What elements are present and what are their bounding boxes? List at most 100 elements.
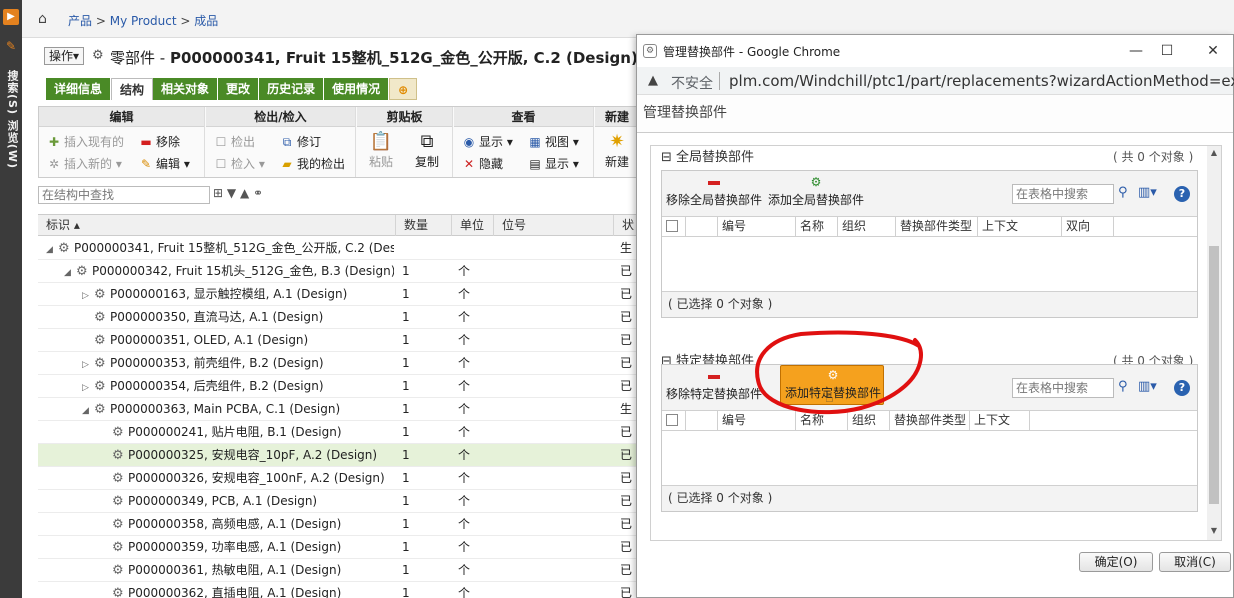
global-table-search-input[interactable]: 在表格中搜索 [1012, 184, 1114, 204]
remove-button[interactable]: ▬ 移除 [139, 133, 180, 150]
column-header-context[interactable]: 上下文 [978, 217, 1062, 237]
ok-button[interactable]: 确定(O) [1079, 552, 1153, 572]
tree-row[interactable]: ⚙ P000000351, OLED, A.1 (Design) 1 个已 [38, 329, 638, 352]
expand-arrow-icon[interactable]: ▷ [82, 285, 94, 306]
insert-existing-button[interactable]: ✚ 插入现有的 [47, 133, 124, 150]
tree-row[interactable]: ⚙ P000000326, 安规电容_100nF, A.2 (Design) 1 个已 [38, 467, 638, 490]
column-header-bidirectional[interactable]: 双向 [1062, 217, 1114, 237]
tab-history[interactable]: 历史记录 [259, 78, 325, 100]
global-section-title[interactable]: ⊟ 全局替换部件 [661, 146, 754, 165]
part-identifier[interactable]: P000000349, PCB, A.1 (Design) [128, 494, 317, 508]
revise-button[interactable]: ⧉ 修订 [280, 133, 321, 150]
tab-changes[interactable]: 更改 [218, 78, 260, 100]
address-bar[interactable]: ▲ 不安全 plm.com/Windchill/ptc1/part/replac… [637, 67, 1234, 95]
select-all-checkbox[interactable] [666, 414, 678, 426]
tree-row[interactable]: ▷ ⚙ P000000354, 后壳组件, B.2 (Design) 1 个已 [38, 375, 638, 398]
tree-row[interactable]: ⚙ P000000325, 安规电容_10pF, A.2 (Design) 1 个已 [38, 444, 638, 467]
collapse-arrow-icon[interactable]: ◢ [64, 262, 76, 283]
column-header-org[interactable]: 组织 [848, 411, 890, 431]
tree-row[interactable]: ⚙ P000000241, 贴片电阻, B.1 (Design) 1 个已 [38, 421, 638, 444]
views-menu-button[interactable]: ▦ 视图 ▾ [528, 133, 579, 150]
minimize-icon[interactable]: — [1123, 40, 1149, 62]
part-identifier[interactable]: P000000354, 后壳组件, B.2 (Design) [110, 379, 324, 393]
url-text[interactable]: plm.com/Windchill/ptc1/part/replacements… [729, 72, 1234, 90]
show-menu-button[interactable]: ◉ 显示 ▾ [462, 133, 513, 150]
tree-row[interactable]: ⚙ P000000350, 直流马达, A.1 (Design) 1 个已 [38, 306, 638, 329]
add-specific-replacement-button[interactable]: ⚙ 添加特定替换部件 ☝ [780, 365, 884, 406]
part-identifier[interactable]: P000000350, 直流马达, A.1 (Design) [110, 310, 323, 324]
part-identifier[interactable]: P000000358, 高频电感, A.1 (Design) [128, 517, 341, 531]
tree-row[interactable]: ◢ ⚙ P000000363, Main PCBA, C.1 (Design) 1 个生 [38, 398, 638, 421]
column-header-number[interactable]: 编号 [718, 411, 796, 431]
part-identifier[interactable]: P000000351, OLED, A.1 (Design) [110, 333, 308, 347]
my-checkout-button[interactable]: ▰ 我的检出 [280, 155, 345, 172]
column-header-ref-designator[interactable]: 位号 [494, 215, 614, 236]
new-button[interactable]: ✷ 新建 [597, 131, 637, 170]
display-menu-button[interactable]: ▤ 显示 ▾ [528, 155, 579, 172]
pin-icon[interactable]: ✎ [3, 38, 19, 54]
part-identifier[interactable]: P000000362, 直插电阻, A.1 (Design) [128, 586, 341, 598]
paste-button[interactable]: 📋 粘贴 [361, 131, 401, 170]
binoculars-icon[interactable]: ⚭ [253, 186, 263, 200]
column-header-replacement-type[interactable]: 替换部件类型 [896, 217, 978, 237]
edit-menu-button[interactable]: ✎ 编辑 ▾ [139, 155, 190, 172]
structure-search-input[interactable]: 在结构中查找 [38, 186, 210, 204]
actions-menu-button[interactable]: 操作▾ [44, 47, 85, 65]
tree-row[interactable]: ⚙ P000000359, 功率电感, A.1 (Design) 1 个已 [38, 536, 638, 559]
checkin-button[interactable]: ☐ 检入 ▾ [214, 155, 265, 172]
expand-icon[interactable]: ▶ [3, 9, 19, 25]
column-header-name[interactable]: 名称 [796, 217, 838, 237]
part-identifier[interactable]: P000000353, 前壳组件, B.2 (Design) [110, 356, 324, 370]
hide-button[interactable]: ✕ 隐藏 [462, 155, 503, 172]
expand-arrow-icon[interactable]: ▷ [82, 377, 94, 398]
column-header-org[interactable]: 组织 [838, 217, 896, 237]
remove-specific-replacement-button[interactable]: 移除特定替换部件 [666, 369, 762, 402]
tab-details[interactable]: 详细信息 [46, 78, 112, 100]
part-identifier[interactable]: P000000326, 安规电容_100nF, A.2 (Design) [128, 471, 385, 485]
column-header-context[interactable]: 上下文 [970, 411, 1030, 431]
column-header-unit[interactable]: 单位 [452, 215, 494, 236]
vertical-scrollbar[interactable]: ▲ ▼ [1207, 146, 1221, 540]
home-icon[interactable]: ⌂ [38, 11, 47, 27]
column-header-name[interactable]: 名称 [796, 411, 848, 431]
scroll-thumb[interactable] [1209, 246, 1219, 504]
part-identifier[interactable]: P000000341, Fruit 15整机_512G_金色_公开版, C.2 … [74, 241, 394, 255]
tree-row[interactable]: ⚙ P000000358, 高频电感, A.1 (Design) 1 个已 [38, 513, 638, 536]
tree-row[interactable]: ◢ ⚙ P000000341, Fruit 15整机_512G_金色_公开版, C.… [38, 237, 638, 260]
add-tab-icon[interactable]: ⊕ [389, 78, 418, 100]
part-identifier[interactable]: P000000241, 贴片电阻, B.1 (Design) [128, 425, 342, 439]
maximize-icon[interactable]: ☐ [1154, 40, 1180, 62]
cancel-button[interactable]: 取消(C) [1159, 552, 1231, 572]
find-next-icon[interactable]: ▼ [227, 186, 236, 200]
select-all-checkbox[interactable] [666, 220, 678, 232]
find-prev-icon[interactable]: ▲ [240, 186, 249, 200]
part-identifier[interactable]: P000000325, 安规电容_10pF, A.2 (Design) [128, 448, 377, 462]
tab-related-objects[interactable]: 相关对象 [153, 78, 219, 100]
column-header-replacement-type[interactable]: 替换部件类型 [890, 411, 970, 431]
search-icon[interactable]: ⚲ [1118, 185, 1128, 200]
insert-new-button[interactable]: ✲ 插入新的 ▾ [47, 155, 122, 172]
rail-search-browse-label[interactable]: 搜索(S) 浏览(W) [2, 70, 20, 169]
checkout-button[interactable]: ☐ 检出 [214, 133, 255, 150]
copy-button[interactable]: ⧉ 复制 [407, 131, 447, 170]
part-identifier[interactable]: P000000359, 功率电感, A.1 (Design) [128, 540, 341, 554]
breadcrumb-item-finished[interactable]: 成品 [194, 14, 218, 28]
find-options-icon[interactable]: ⊞ [213, 186, 223, 200]
help-icon[interactable]: ? [1174, 186, 1190, 202]
part-identifier[interactable]: P000000363, Main PCBA, C.1 (Design) [110, 402, 340, 416]
part-identifier[interactable]: P000000163, 显示触控模组, A.1 (Design) [110, 287, 347, 301]
column-chooser-icon[interactable]: ▥▾ [1138, 185, 1157, 200]
column-header-qty[interactable]: 数量 [396, 215, 452, 236]
expand-arrow-icon[interactable]: ▷ [82, 354, 94, 375]
tree-row[interactable]: ▷ ⚙ P000000353, 前壳组件, B.2 (Design) 1 个已 [38, 352, 638, 375]
tab-structure[interactable]: 结构 [111, 78, 154, 100]
tree-row[interactable]: ⚙ P000000349, PCB, A.1 (Design) 1 个已 [38, 490, 638, 513]
tab-usage[interactable]: 使用情况 [324, 78, 390, 100]
close-icon[interactable]: ✕ [1200, 40, 1226, 62]
remove-global-replacement-button[interactable]: 移除全局替换部件 [666, 175, 762, 208]
help-icon[interactable]: ? [1174, 380, 1190, 396]
specific-table-search-input[interactable]: 在表格中搜索 [1012, 378, 1114, 398]
search-icon[interactable]: ⚲ [1118, 379, 1128, 394]
collapse-arrow-icon[interactable]: ◢ [82, 400, 94, 421]
tree-row[interactable]: ⚙ P000000362, 直插电阻, A.1 (Design) 1 个已 [38, 582, 638, 598]
